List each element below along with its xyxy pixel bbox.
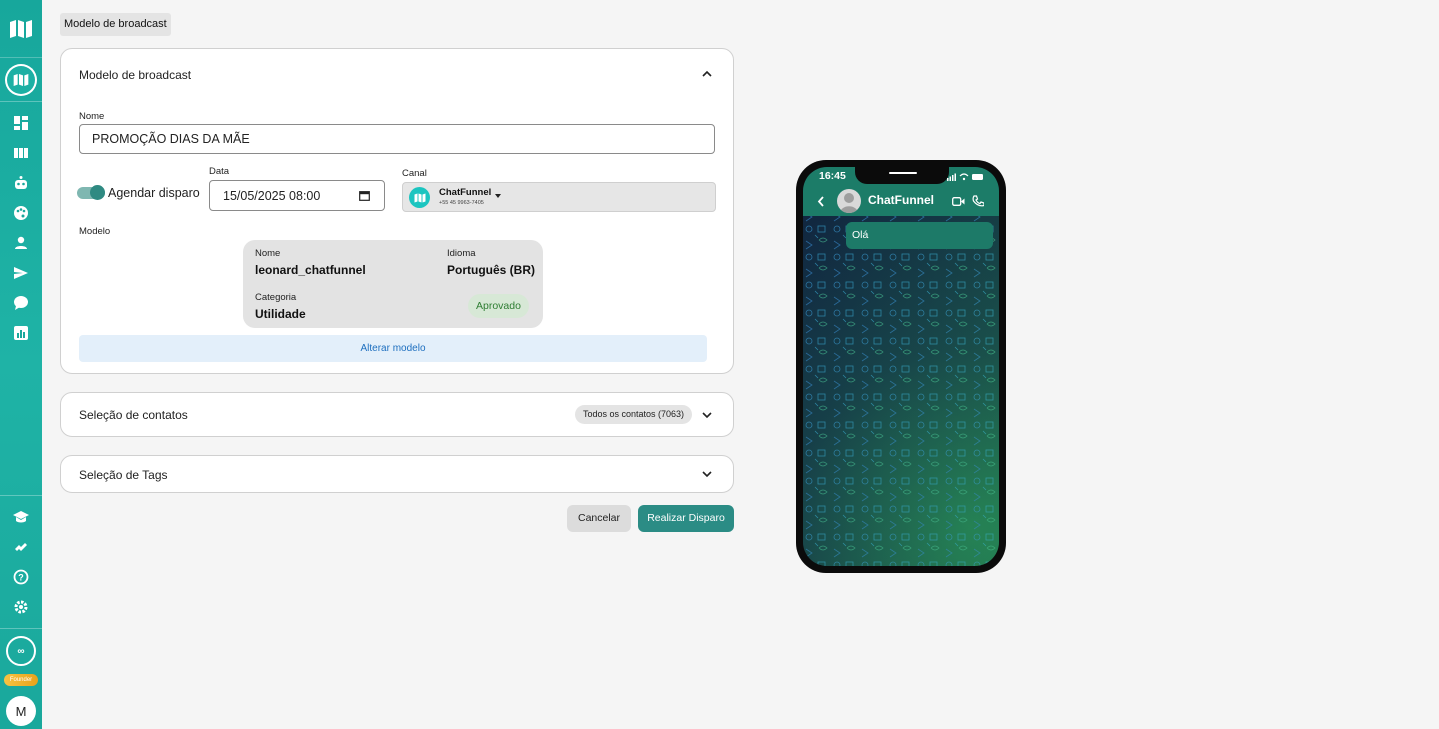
broadcast-model-card: Modelo de broadcast Nome PROMOÇÃO DIAS D… xyxy=(60,48,734,374)
channel-select[interactable]: ChatFunnel +55 45 9963-7405 xyxy=(402,182,716,212)
phone-notch xyxy=(855,167,949,184)
sidebar: ? ∞ Founder M xyxy=(0,0,42,729)
card-title: Modelo de broadcast xyxy=(79,68,192,82)
academy-icon[interactable] xyxy=(11,507,31,527)
workspace-avatar[interactable] xyxy=(5,64,37,96)
send-icon[interactable] xyxy=(11,263,31,283)
contacts-icon[interactable] xyxy=(11,233,31,253)
phone-preview: 16:45 ChatFunnel Olá xyxy=(796,160,1006,573)
send-broadcast-button[interactable]: Realizar Disparo xyxy=(638,505,734,532)
phone-time: 16:45 xyxy=(819,170,846,182)
settings-icon[interactable] xyxy=(11,597,31,617)
message-bubble: Olá xyxy=(846,222,993,249)
caret-down-icon xyxy=(495,194,501,198)
integrations-icon[interactable] xyxy=(11,537,31,557)
template-name-value: leonard_chatfunnel xyxy=(255,263,366,277)
kanban-icon[interactable] xyxy=(11,143,31,163)
channel-label: Canal xyxy=(402,168,427,179)
calendar-icon[interactable] xyxy=(359,190,370,201)
schedule-toggle[interactable] xyxy=(77,185,105,200)
template-category-label: Categoria xyxy=(255,292,297,303)
back-arrow-icon[interactable] xyxy=(817,196,825,207)
help-icon[interactable]: ? xyxy=(11,567,31,587)
svg-text:?: ? xyxy=(18,573,24,583)
date-input[interactable]: 15/05/2025 08:00 xyxy=(209,180,385,211)
video-call-icon[interactable] xyxy=(952,197,965,206)
contact-name: ChatFunnel xyxy=(868,193,934,207)
chatfunnel-logo-icon xyxy=(409,187,430,208)
reports-icon[interactable] xyxy=(11,323,31,343)
dashboard-icon[interactable] xyxy=(11,113,31,133)
cancel-button[interactable]: Cancelar xyxy=(567,505,631,532)
phone-call-icon[interactable] xyxy=(972,195,984,207)
template-category-value: Utilidade xyxy=(255,307,306,321)
schedule-label: Agendar disparo xyxy=(108,186,200,200)
chevron-up-icon[interactable] xyxy=(701,68,713,80)
name-input-value: PROMOÇÃO DIAS DA MÃE xyxy=(92,132,250,146)
name-label: Nome xyxy=(79,111,105,122)
phone-status-bar: 16:45 xyxy=(803,167,999,187)
contact-avatar xyxy=(837,189,861,213)
template-card: Nome leonard_chatfunnel Idioma Português… xyxy=(243,240,543,328)
card-title: Seleção de Tags xyxy=(79,468,168,482)
date-label: Data xyxy=(209,166,230,177)
user-avatar[interactable]: M xyxy=(6,696,36,726)
tags-card[interactable]: Seleção de Tags xyxy=(60,455,734,493)
template-language-label: Idioma xyxy=(447,248,476,259)
contacts-card[interactable]: Seleção de contatos Todos os contatos (7… xyxy=(60,392,734,437)
map-logo-icon xyxy=(10,19,32,38)
founder-badge: Founder xyxy=(4,674,38,686)
map-logo-icon xyxy=(13,74,29,86)
contacts-count-chip: Todos os contatos (7063) xyxy=(574,405,692,424)
channel-phone: +55 45 9963-7405 xyxy=(439,200,484,206)
plan-icon[interactable]: ∞ xyxy=(6,636,36,666)
breadcrumb: Modelo de broadcast xyxy=(60,13,171,36)
template-name-label: Nome xyxy=(255,248,281,259)
signal-wifi-battery-icon xyxy=(947,173,983,181)
chat-icon[interactable] xyxy=(11,293,31,313)
channel-name: ChatFunnel xyxy=(439,187,492,198)
chevron-down-icon[interactable] xyxy=(701,409,713,421)
card-title: Seleção de contatos xyxy=(79,408,188,422)
date-input-value: 15/05/2025 08:00 xyxy=(223,188,321,203)
phone-screen: 16:45 ChatFunnel Olá xyxy=(803,167,999,566)
change-model-button[interactable]: Alterar modelo xyxy=(79,335,707,362)
name-input[interactable]: PROMOÇÃO DIAS DA MÃE xyxy=(79,124,715,154)
chevron-down-icon[interactable] xyxy=(701,468,713,480)
chat-header: ChatFunnel xyxy=(803,187,999,216)
app-logo[interactable] xyxy=(0,0,42,58)
status-badge: Aprovado xyxy=(468,294,529,318)
template-language-value: Português (BR) xyxy=(447,263,535,277)
palette-icon[interactable] xyxy=(11,203,31,223)
bot-icon[interactable] xyxy=(11,173,31,193)
model-label: Modelo xyxy=(79,226,111,237)
